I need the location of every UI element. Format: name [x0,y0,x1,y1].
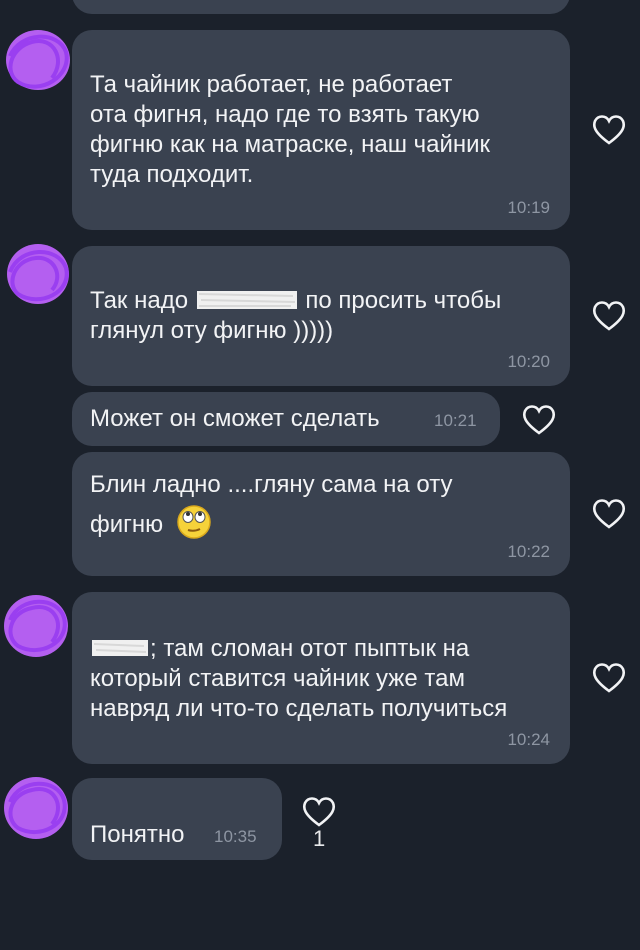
message-time: 10:20 [507,352,550,371]
avatar-scribble[interactable] [0,26,70,96]
heart-icon[interactable] [592,114,626,146]
message-time: 10:22 [507,542,550,561]
name-redaction [92,640,148,656]
avatar-scribble[interactable] [0,772,70,842]
message-bubble[interactable]: Понятно 10:35 [72,778,282,860]
message-bubble[interactable]: Может он сможет сделать 10:21 [72,392,500,446]
heart-icon[interactable] [522,404,556,436]
previous-message-bubble[interactable] [72,0,570,14]
message-time: 10:19 [507,198,550,217]
message-text: Та чайник работает, не работает ота фигн… [90,71,491,188]
avatar-scribble[interactable] [2,240,72,310]
message-text: Понятно [90,821,185,848]
message-text: ; там сломан отот пыптык на который став… [90,635,508,722]
message-text: Блин ладно ....гляну сама на оту фигню [90,466,560,552]
name-redaction [196,291,297,309]
heart-icon[interactable] [302,796,336,828]
message-time: 10:24 [507,730,550,749]
message-bubble[interactable]: Так надо по просить чтобы глянул оту фиг… [72,246,570,386]
heart-icon[interactable] [592,300,626,332]
message-text: Так надо по просить чтобы глянул оту фиг… [90,287,502,344]
message-text: Может он сможет сделать [90,405,380,432]
avatar-scribble[interactable] [0,590,70,660]
message-bubble[interactable]: ; там сломан отот пыптык на который став… [72,592,570,764]
heart-icon[interactable] [592,662,626,694]
rolling-eyes-emoji [176,504,212,552]
message-bubble[interactable]: Та чайник работает, не работает ота фигн… [72,30,570,230]
message-time: 10:35 [214,827,257,846]
heart-icon[interactable] [592,498,626,530]
message-time: 10:21 [434,411,477,430]
message-bubble[interactable]: Блин ладно ....гляну сама на оту фигню 1… [72,452,570,576]
like-count: 1 [313,826,326,851]
